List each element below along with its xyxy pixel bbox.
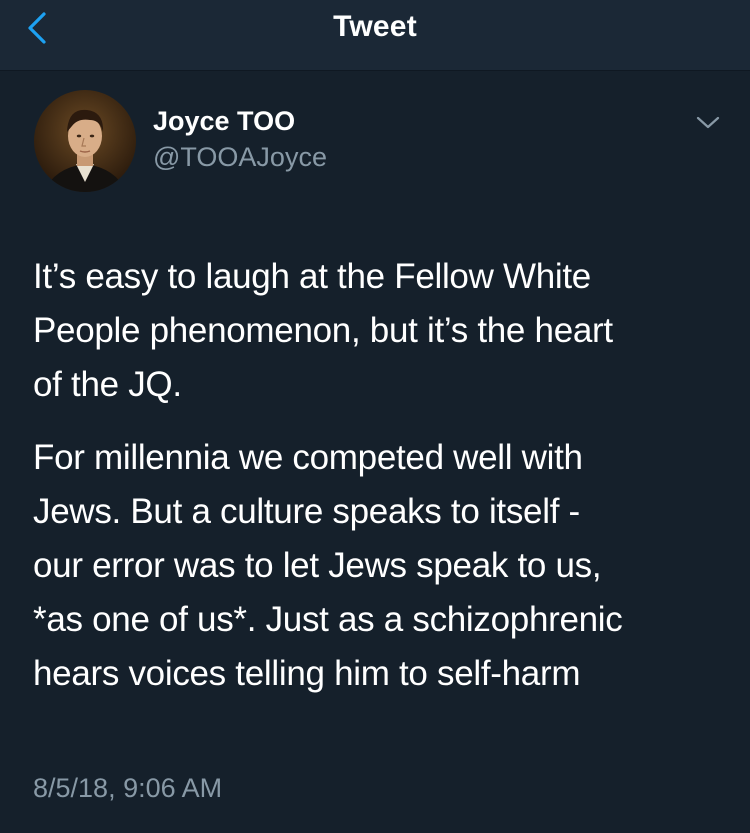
tweet-line: of the JQ. [33,365,182,404]
chevron-down-icon [696,116,720,129]
tweet-paragraph: For millennia we competed well with Jews… [33,431,723,701]
tweet-text: It’s easy to laugh at the Fellow White P… [33,250,723,701]
avatar[interactable] [34,90,136,192]
tweet-line: hears voices telling him to self-harm [33,654,581,693]
tweet-menu-button[interactable] [694,112,722,132]
author-handle[interactable]: @TOOAJoyce [153,142,327,173]
page-title: Tweet [333,10,417,43]
tweet-line: *as one of us*. Just as a schizophrenic [33,600,623,639]
tweet-line: Jews. But a culture speaks to itself - [33,492,580,531]
tweet-line: It’s easy to laugh at the Fellow White [33,257,591,296]
tweet-line: our error was to let Jews speak to us, [33,546,602,585]
tweet-line: People phenomenon, but it’s the heart [33,311,613,350]
author-display-name[interactable]: Joyce TOO [153,106,295,137]
tweet-paragraph: It’s easy to laugh at the Fellow White P… [33,250,723,412]
tweet-line: For millennia we competed well with [33,438,583,477]
tweet-timestamp: 8/5/18, 9:06 AM [33,773,223,803]
navigation-bar: Tweet [0,0,750,71]
